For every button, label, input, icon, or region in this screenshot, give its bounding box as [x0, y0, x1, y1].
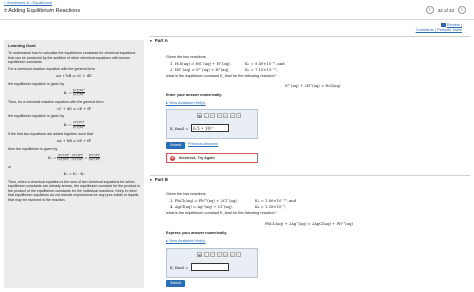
help-icon[interactable]: ? — [236, 252, 241, 257]
template-icon[interactable]: ▦ — [197, 252, 202, 257]
pager: ‹ 32 of 33 › — [425, 6, 466, 14]
k1-denominator: [A]ᵃ[B]ᵇ — [73, 92, 85, 97]
feedback-text: Incorrect; Try Again — [179, 156, 215, 160]
part-b-hints-link[interactable]: ▸ View Available Hint(s) — [166, 238, 206, 243]
part-b-instruction: Express your answer numerically. — [166, 231, 228, 235]
previous-answers-link[interactable]: Previous Answers — [188, 142, 218, 146]
part-a-top-divider — [150, 36, 470, 37]
part-b-reaction-4: 4. AgCl(aq) ⇌ Ag⁺(aq) + Cl⁻(aq), — [170, 204, 233, 209]
part-a-header[interactable]: ▾ Part A — [150, 38, 470, 48]
k2-label: K₂ = — [63, 123, 72, 128]
k3-expression: K₃ = [C]ᶜ[D]ᵈ · [E]ᵉ[F]ᶠ [A]ᵃ[B]ᵇ · [C]ᶜ[… — [8, 153, 140, 162]
part-a-reaction-1: 1. H₂S(aq) ⇌ HS⁻(aq) + H⁺(aq), — [170, 61, 231, 66]
chevron-right-icon: › — [461, 7, 463, 13]
added-text: If the first two equations are added tog… — [8, 132, 93, 137]
part-a-question: what is the equilibrium constant K_final… — [166, 74, 276, 78]
part-b-reaction-3: 3. PbCl₂(aq) ⇌ Pb²⁺(aq) + 2Cl⁻(aq), — [170, 198, 238, 203]
k3-label: K₃ = — [47, 155, 57, 160]
k2-denominator: [C]ᶜ[D]ᵈ — [72, 124, 85, 129]
page-title: ± Adding Equilibrium Reactions — [4, 8, 81, 14]
equation-1: aA + bB ⇌ cC + dD — [56, 74, 92, 78]
learning-goal-panel: Learning Goal: To understand how to calc… — [4, 40, 144, 288]
part-a-label: Part A — [154, 38, 168, 43]
template-icon[interactable]: ▦ — [197, 113, 202, 118]
keyboard-icon[interactable]: ▭ — [229, 113, 235, 118]
part-b-header[interactable]: ▾ Part B — [150, 177, 470, 187]
redo-icon[interactable]: ↷ — [216, 252, 222, 257]
general-form-text: For a chemical reaction equation with th… — [8, 67, 95, 71]
undo-icon[interactable]: ↶ — [210, 113, 215, 118]
constants-periodic-link[interactable]: Constants | Periodic Table — [416, 27, 462, 32]
part-b-k3: K₃ = 1.80×10⁻¹⁰, and — [255, 198, 297, 203]
page-indicator: 32 of 33 — [437, 7, 454, 13]
redo-icon[interactable]: ↷ — [216, 113, 222, 118]
or-text: or — [8, 165, 12, 170]
keyboard-icon[interactable]: ▭ — [229, 252, 235, 257]
part-b-answer-box: ▦ √ ↶ ↷ ↺ ▭ ? K_final = — [166, 248, 258, 278]
learning-goal-heading: Learning Goal: — [8, 43, 37, 48]
chevron-left-icon: ‹ — [428, 7, 431, 13]
equation-3: aA + bB ⇌ eE + fF — [56, 139, 92, 144]
equation-4: K₃ = K₁ · K₂ — [63, 172, 85, 177]
part-b-given: Given the two reactions — [166, 192, 206, 196]
learning-goal-intro: To understand how to calculate the equil… — [8, 51, 136, 64]
part-a-target: S²⁻(aq) + 2H⁺(aq) ⇌ H₂S(aq) — [285, 83, 341, 88]
part-a-submit-button[interactable]: Submit — [166, 142, 186, 149]
equation-2: cC + dD ⇌ eE + fF — [56, 106, 92, 111]
eq-const-text: the equilibrium equation is given by — [8, 81, 65, 86]
prev-page-button[interactable]: ‹ — [425, 6, 434, 14]
part-b-k4: K₄ = 1.28×10⁻⁴, — [255, 204, 287, 209]
collapse-triangle-icon: ▾ — [150, 39, 152, 43]
part-b-toolbar: ▦ √ ↶ ↷ ↺ ▭ ? — [197, 252, 241, 258]
part-b-answer-row: K_final = — [170, 263, 229, 271]
sqrt-icon[interactable]: √ — [203, 113, 209, 118]
k1-label: K₁ = — [63, 90, 72, 95]
part-a-reaction-2: 2. HS⁻(aq) ⇌ S²⁻(aq) + H⁺(aq), — [170, 67, 230, 72]
sqrt-icon[interactable]: √ — [203, 252, 209, 257]
k3-denominator-2: [A]ᵃ[B]ᵇ — [88, 157, 101, 162]
part-a-input-label: K_final = — [170, 125, 189, 131]
k1-expression: K₁ = [C]ᶜ[D]ᵈ [A]ᵃ[B]ᵇ — [8, 88, 140, 97]
k2-expression: K₂ = [E]ᵉ[F]ᶠ [C]ᶜ[D]ᵈ — [8, 121, 140, 129]
k3-fraction: [C]ᶜ[D]ᵈ · [E]ᵉ[F]ᶠ [A]ᵃ[B]ᵇ · [C]ᶜ[D]ᵈ — [57, 153, 84, 162]
then-text: then the equilibrium is given by — [8, 146, 58, 151]
collapse-triangle-icon: ▾ — [150, 178, 152, 182]
part-a-hints-link[interactable]: ▸ View Available Hint(s) — [166, 100, 206, 105]
part-b-question: what is the equilibrium constant K_final… — [166, 211, 276, 215]
part-b-input-label: K_final = — [170, 264, 189, 270]
part-b-target: PbCl₂(aq) + 2Ag⁺(aq) ⇌ 2AgCl(aq) + Pb²⁺(… — [265, 221, 353, 226]
part-a-k2: K₂ = 7.10×10⁻¹⁹, — [245, 67, 278, 72]
part-b-answer-input[interactable] — [190, 263, 229, 271]
reset-icon[interactable]: ↺ — [223, 113, 228, 118]
part-a-answer-row: K_final = 6.5 • 10²⁷ — [170, 124, 229, 132]
feedback-incorrect: ✕ Incorrect; Try Again — [166, 153, 258, 163]
summary-text: Thus, when a chemical equation is the su… — [8, 179, 140, 202]
k2-fraction: [E]ᵉ[F]ᶠ [C]ᶜ[D]ᵈ — [72, 121, 85, 129]
eq-const-text-2: the equilibrium equation is given by — [8, 114, 65, 119]
k1-fraction: [C]ᶜ[D]ᵈ [A]ᵃ[B]ᵇ — [72, 88, 85, 97]
part-a-instruction: Enter your answer numerically. — [166, 93, 223, 97]
part-a-toolbar: ▦ √ ↶ ↷ ↺ ▭ ? — [197, 113, 241, 119]
error-x-icon: ✕ — [170, 156, 175, 161]
breadcrumb[interactable]: ‹ Homework 6 - Equilibrium — [4, 0, 52, 5]
part-b-top-divider — [150, 175, 470, 176]
part-b-submit-button[interactable]: Submit — [166, 280, 186, 287]
k3-equals: = — [84, 155, 88, 160]
review-links: Review | Constants | Periodic Table — [416, 22, 462, 32]
reset-icon[interactable]: ↺ — [223, 252, 228, 257]
second-form-text: Thus, for a chemical reaction equation w… — [8, 99, 104, 104]
part-a-answer-input[interactable]: 6.5 • 10²⁷ — [190, 124, 229, 132]
next-page-button[interactable]: › — [458, 6, 466, 14]
part-a-answer-box: ▦ √ ↶ ↷ ↺ ▭ ? K_final = 6.5 • 10²⁷ — [166, 109, 258, 139]
help-icon[interactable]: ? — [236, 113, 241, 118]
part-b-label: Part B — [154, 177, 169, 182]
k3-fraction-2: [E]ᵉ[F]ᶠ [A]ᵃ[B]ᵇ — [88, 153, 101, 162]
part-a-k1: K₁ = 9.49×10⁻⁸, and — [245, 61, 285, 66]
undo-icon[interactable]: ↶ — [210, 252, 215, 257]
header-divider — [0, 19, 474, 20]
top-bar: ‹ Homework 6 - Equilibrium ± Adding Equi… — [0, 0, 474, 20]
part-a-given: Given the two reactions — [166, 55, 206, 59]
k3-denominator: [A]ᵃ[B]ᵇ · [C]ᶜ[D]ᵈ — [57, 157, 84, 162]
